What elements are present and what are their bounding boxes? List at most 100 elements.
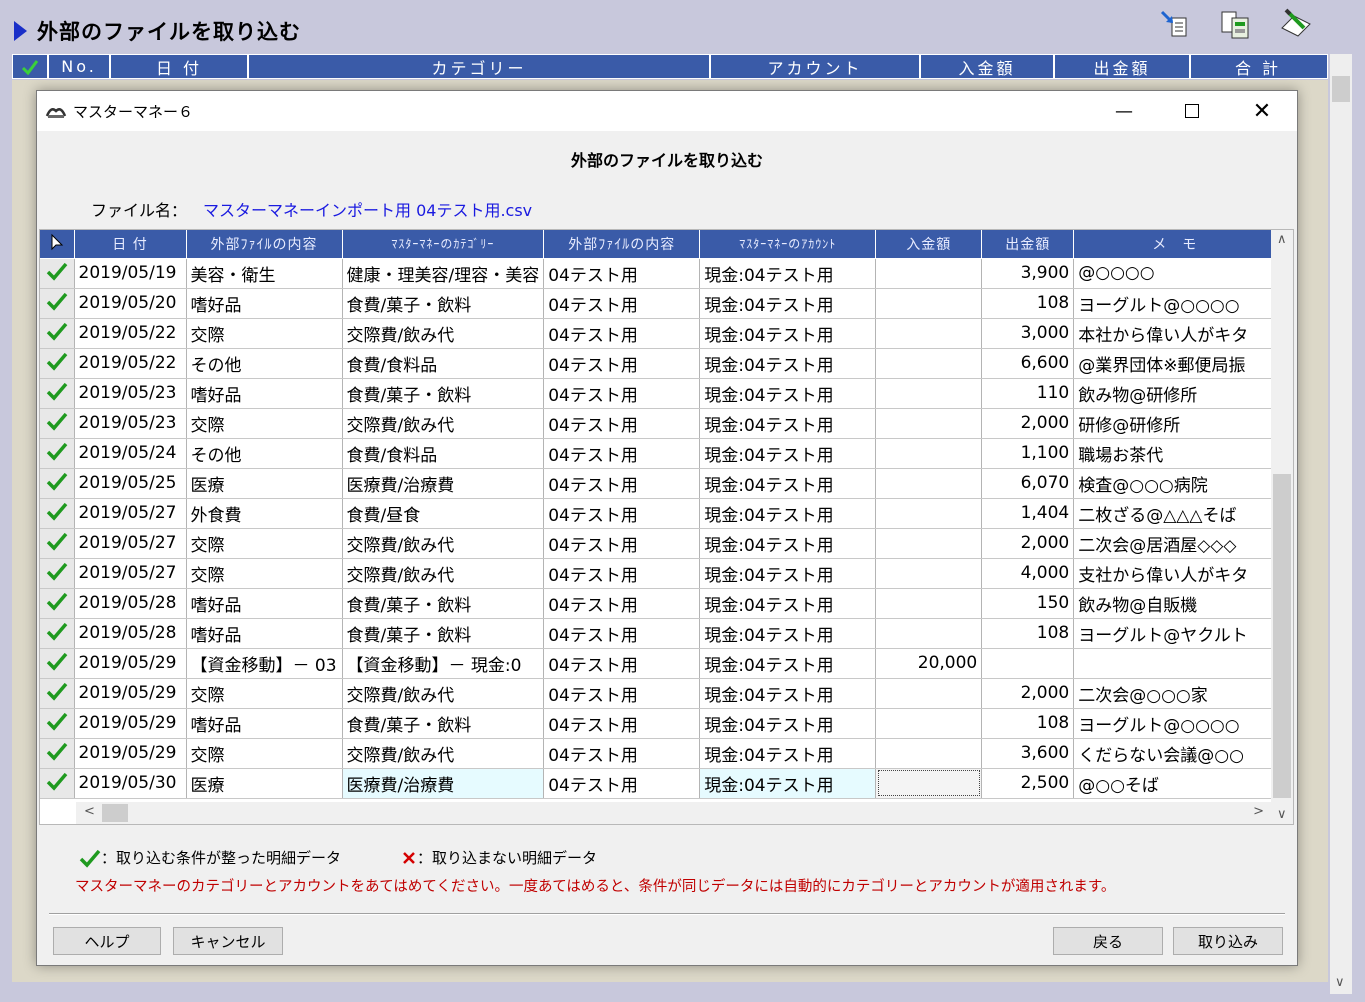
cell-memo[interactable]: 飲み物@自販機 [1073,588,1277,619]
cell-external-content[interactable]: 嗜好品 [186,618,343,649]
cell-external-content[interactable]: 交際 [186,408,343,439]
cell-income[interactable] [875,288,983,319]
cell-date[interactable]: 2019/05/27 [74,528,187,559]
row-check-cell[interactable] [40,738,75,769]
bg-col-account[interactable]: アカウント [711,55,921,78]
cell-expense[interactable]: 3,000 [981,318,1075,349]
cell-date[interactable]: 2019/05/20 [74,288,187,319]
col-mastermoney-account[interactable]: ﾏｽﾀｰﾏﾈｰのｱｶｳﾝﾄ [699,230,877,259]
table-row[interactable]: 2019/05/25 医療 医療費/治療費 04テスト用 現金:04テスト用 6,070 検… [40,468,1277,499]
cell-account[interactable]: 現金:04テスト用 [699,378,877,409]
bg-col-total[interactable]: 合 計 [1191,55,1325,78]
cell-expense[interactable]: 1,100 [981,438,1075,469]
cell-expense[interactable]: 110 [981,378,1075,409]
cell-category[interactable]: 食費/菓子・飲料 [342,708,545,739]
cell-memo[interactable]: ヨーグルト@ヤクルト [1073,618,1277,649]
cell-expense[interactable]: 150 [981,588,1075,619]
grid-vertical-scrollbar[interactable]: ∧ ∨ [1271,230,1293,824]
bg-col-no[interactable]: No. [49,55,111,78]
cell-external-content-2[interactable]: 04テスト用 [543,648,701,679]
cell-memo[interactable]: くだらない会議@○○ [1073,738,1277,769]
table-row[interactable]: 2019/05/27 外食費 食費/昼食 04テスト用 現金:04テスト用 1,404 二枚… [40,498,1277,529]
cell-income[interactable] [875,588,983,619]
cell-expense[interactable] [981,648,1075,679]
cell-external-content-2[interactable]: 04テスト用 [543,528,701,559]
cell-category[interactable]: 食費/菓子・飲料 [342,378,545,409]
scroll-left-icon[interactable]: < [84,804,95,819]
cell-external-content[interactable]: 【資金移動】－ 03 [186,648,343,679]
cell-account[interactable]: 現金:04テスト用 [699,288,877,319]
maximize-icon[interactable] [1157,91,1227,131]
table-row[interactable]: 2019/05/23 嗜好品 食費/菓子・飲料 04テスト用 現金:04テスト用 110 飲… [40,378,1277,409]
cell-external-content[interactable]: 交際 [186,318,343,349]
cell-date[interactable]: 2019/05/23 [74,408,187,439]
bg-col-date[interactable]: 日 付 [111,55,249,78]
row-check-cell[interactable] [40,528,75,559]
table-row[interactable]: 2019/05/19 美容・衛生 健康・理美容/理容・美容 04テスト用 現金:04テス… [40,258,1277,289]
cell-date[interactable]: 2019/05/22 [74,318,187,349]
cell-category[interactable]: 食費/菓子・飲料 [342,588,545,619]
cell-income[interactable] [875,618,983,649]
cell-account[interactable]: 現金:04テスト用 [699,348,877,379]
cell-memo[interactable]: 二次会@居酒屋◇◇◇ [1073,528,1277,559]
cell-income[interactable] [875,558,983,589]
cell-external-content-2[interactable]: 04テスト用 [543,408,701,439]
cell-external-content-2[interactable]: 04テスト用 [543,288,701,319]
import-button[interactable]: 取り込み [1173,927,1283,955]
row-check-cell[interactable] [40,648,75,679]
cell-external-content[interactable]: 嗜好品 [186,708,343,739]
cell-external-content[interactable]: 美容・衛生 [186,258,343,289]
cell-external-content-2[interactable]: 04テスト用 [543,468,701,499]
cell-income[interactable] [875,378,983,409]
cell-account[interactable]: 現金:04テスト用 [699,498,877,529]
scroll-thumb[interactable] [1332,76,1350,102]
table-row[interactable]: 2019/05/30 医療 医療費/治療費 04テスト用 現金:04テスト用 2,500 @… [40,768,1277,799]
edit-pencil-icon[interactable] [1280,8,1312,40]
row-check-cell[interactable] [40,408,75,439]
cell-date[interactable]: 2019/05/25 [74,468,187,499]
table-row[interactable]: 2019/05/23 交際 交際費/飲み代 04テスト用 現金:04テスト用 2,000 研… [40,408,1277,439]
cell-memo[interactable]: 飲み物@研修所 [1073,378,1277,409]
cell-external-content-2[interactable]: 04テスト用 [543,588,701,619]
cell-account[interactable]: 現金:04テスト用 [699,468,877,499]
row-check-cell[interactable] [40,438,75,469]
col-date[interactable]: 日 付 [74,230,187,259]
cell-external-content-2[interactable]: 04テスト用 [543,258,701,289]
cell-category[interactable]: 食費/昼食 [342,498,545,529]
cell-account[interactable]: 現金:04テスト用 [699,258,877,289]
cell-category[interactable]: 交際費/飲み代 [342,528,545,559]
cell-external-content[interactable]: 外食費 [186,498,343,529]
cell-account[interactable]: 現金:04テスト用 [699,318,877,349]
row-check-cell[interactable] [40,498,75,529]
cell-category[interactable]: 医療費/治療費 [342,468,545,499]
cell-memo[interactable]: 二次会@○○○家 [1073,678,1277,709]
minimize-icon[interactable]: — [1089,91,1159,131]
col-external-content-2[interactable]: 外部ﾌｧｲﾙの内容 [543,230,701,259]
table-row[interactable]: 2019/05/27 交際 交際費/飲み代 04テスト用 現金:04テスト用 4,000 支… [40,558,1277,589]
cell-income[interactable]: 20,000 [875,648,983,679]
cell-external-content-2[interactable]: 04テスト用 [543,618,701,649]
cell-external-content[interactable]: 医療 [186,468,343,499]
row-check-cell[interactable] [40,378,75,409]
cell-expense[interactable]: 1,404 [981,498,1075,529]
cell-account[interactable]: 現金:04テスト用 [699,408,877,439]
cell-external-content[interactable]: 交際 [186,738,343,769]
cell-category[interactable]: 交際費/飲み代 [342,678,545,709]
cell-date[interactable]: 2019/05/28 [74,588,187,619]
row-check-cell[interactable] [40,678,75,709]
cell-account[interactable]: 現金:04テスト用 [699,618,877,649]
cell-external-content-2[interactable]: 04テスト用 [543,438,701,469]
row-check-cell[interactable] [40,288,75,319]
col-memo[interactable]: メ モ [1073,230,1277,259]
col-expense[interactable]: 出金額 [981,230,1075,259]
cell-external-content[interactable]: 嗜好品 [186,378,343,409]
cell-expense[interactable]: 6,070 [981,468,1075,499]
table-row[interactable]: 2019/05/28 嗜好品 食費/菓子・飲料 04テスト用 現金:04テスト用 108 ヨ… [40,618,1277,649]
cell-category[interactable]: 食費/食料品 [342,348,545,379]
cell-date[interactable]: 2019/05/22 [74,348,187,379]
copy-data-icon[interactable] [1220,8,1252,40]
cell-memo[interactable]: 研修@研修所 [1073,408,1277,439]
table-row[interactable]: 2019/05/29 嗜好品 食費/菓子・飲料 04テスト用 現金:04テスト用 108 ヨ… [40,708,1277,739]
bg-col-income[interactable]: 入金額 [921,55,1055,78]
cell-date[interactable]: 2019/05/28 [74,618,187,649]
